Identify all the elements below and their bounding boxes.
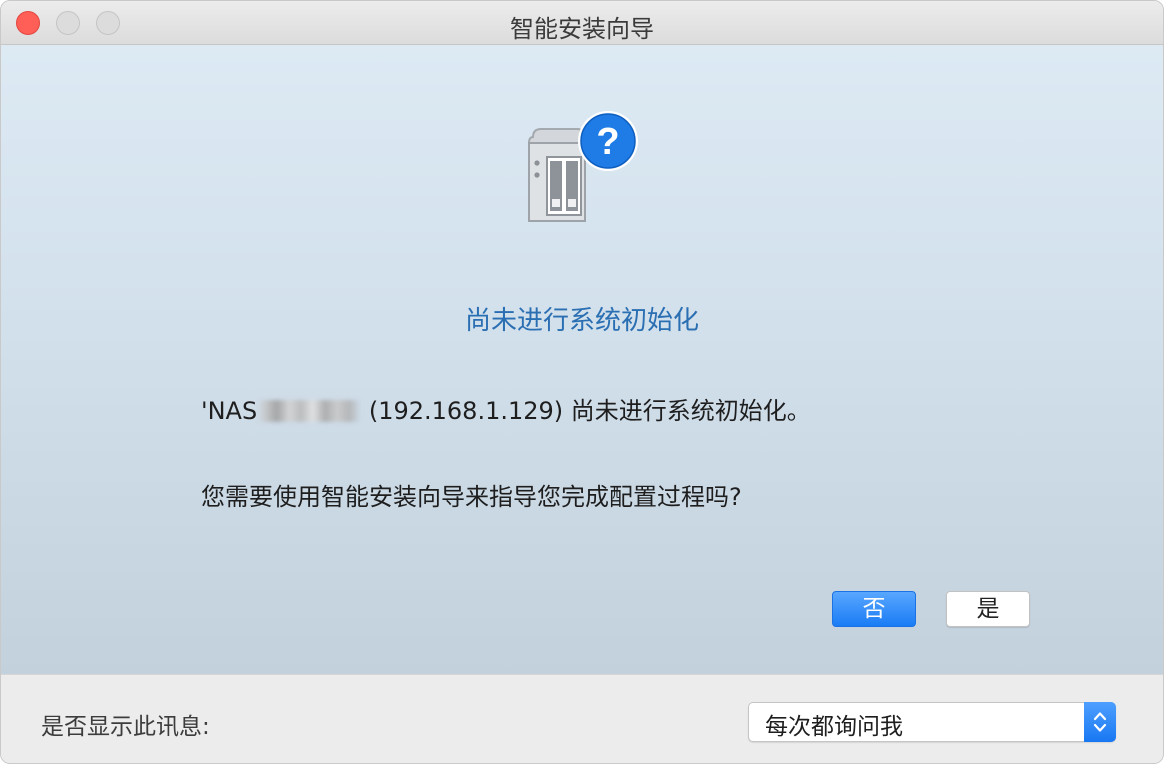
show-message-select[interactable]: 每次都询问我 <box>748 702 1116 742</box>
show-message-label: 是否显示此讯息: <box>41 714 210 740</box>
no-button[interactable]: 否 <box>832 591 916 627</box>
dialog-window: 智能安装向导 ? 尚未进行系统初始化 'NAS (192.168.1.129) … <box>0 0 1164 764</box>
nas-question-icon: ? <box>528 111 638 222</box>
footer-bar: 是否显示此讯息: 每次都询问我 <box>1 674 1163 763</box>
redacted-device-name <box>257 400 362 422</box>
status-message-text: (192.168.1.129) 尚未进行系统初始化。 <box>361 397 811 425</box>
chevron-up-down-icon <box>1093 712 1107 732</box>
select-arrows[interactable] <box>1084 702 1116 742</box>
title-bar[interactable]: 智能安装向导 <box>1 1 1163 45</box>
select-value: 每次都询问我 <box>765 714 903 740</box>
wizard-question: 您需要使用智能安装向导来指导您完成配置过程吗? <box>201 483 742 511</box>
yes-button[interactable]: 是 <box>946 591 1030 627</box>
device-name-prefix: 'NAS <box>201 397 258 425</box>
dialog-heading: 尚未进行系统初始化 <box>464 306 699 336</box>
dialog-content: ? 尚未进行系统初始化 'NAS (192.168.1.129) 尚未进行系统初… <box>1 45 1163 674</box>
window-title: 智能安装向导 <box>510 15 654 43</box>
svg-text:?: ? <box>596 121 619 163</box>
status-message: 'NAS (192.168.1.129) 尚未进行系统初始化。 <box>201 391 811 426</box>
